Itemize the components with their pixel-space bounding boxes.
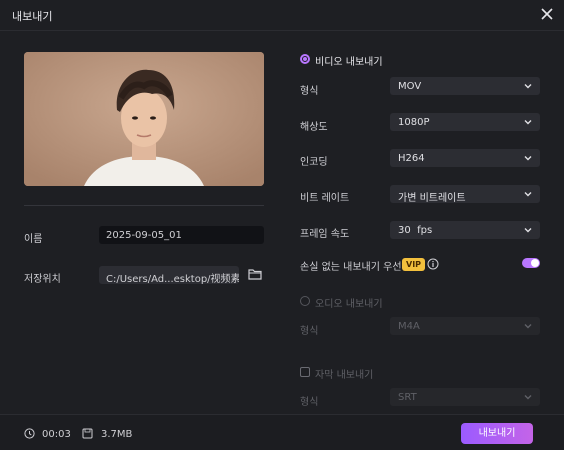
format-select[interactable]: MOV xyxy=(390,77,540,95)
audio-format-label: 형식 xyxy=(300,326,319,337)
footer-bar: 00:03 3.7MB 내보내기 xyxy=(0,414,564,450)
vip-badge: VIP xyxy=(402,258,426,271)
audio-export-label: 오디오 내보내기 xyxy=(315,299,383,310)
lossless-toggle[interactable] xyxy=(522,258,540,268)
bitrate-label: 비트 레이트 xyxy=(300,193,350,204)
name-input[interactable]: 2025-09-05_01 xyxy=(99,226,264,244)
export-button[interactable]: 내보내기 xyxy=(461,423,533,444)
close-icon[interactable] xyxy=(538,5,556,23)
subtitle-format-select[interactable]: SRT xyxy=(390,388,540,406)
video-export-label: 비디오 내보내기 xyxy=(315,57,383,68)
audio-format-select[interactable]: M4A xyxy=(390,317,540,335)
lossless-export-label: 손실 없는 내보내기 우선 xyxy=(300,262,402,273)
save-disk-icon xyxy=(82,428,93,439)
video-preview-thumbnail xyxy=(24,52,264,186)
resolution-label: 해상도 xyxy=(300,122,328,133)
audio-format-value: M4A xyxy=(398,321,420,332)
format-label: 형식 xyxy=(300,86,319,97)
chevron-down-icon xyxy=(524,395,532,400)
duration-value: 00:03 xyxy=(42,429,71,440)
chevron-down-icon xyxy=(524,84,532,89)
clock-icon xyxy=(24,428,35,439)
encoding-label: 인코딩 xyxy=(300,157,328,168)
subtitle-format-value: SRT xyxy=(398,392,417,403)
chevron-down-icon xyxy=(524,192,532,197)
audio-export-radio[interactable] xyxy=(300,296,310,306)
format-value: MOV xyxy=(398,81,422,92)
framerate-label: 프레임 속도 xyxy=(300,229,350,240)
window-title: 내보내기 xyxy=(12,10,53,23)
encoding-select[interactable]: H264 xyxy=(390,149,540,167)
bitrate-select[interactable]: 가변 비트레이트 xyxy=(390,185,540,204)
name-label: 이름 xyxy=(24,234,43,245)
resolution-select[interactable]: 1080P xyxy=(390,113,540,131)
file-size-value: 3.7MB xyxy=(101,429,133,440)
chevron-down-icon xyxy=(524,228,532,233)
chevron-down-icon xyxy=(524,120,532,125)
save-location-field[interactable]: C:/Users/Ad...esktop/视频素材 xyxy=(99,266,239,284)
title-bar: 내보내기 xyxy=(0,0,564,30)
info-icon[interactable] xyxy=(427,258,439,270)
framerate-select[interactable]: 30 fps xyxy=(390,221,540,239)
left-divider xyxy=(24,205,264,206)
video-export-radio[interactable] xyxy=(300,54,310,64)
title-divider xyxy=(0,30,564,31)
folder-icon[interactable] xyxy=(248,268,262,280)
subtitle-export-label: 자막 내보내기 xyxy=(315,370,374,381)
bitrate-value: 가변 비트레이트 xyxy=(398,193,466,204)
encoding-value: H264 xyxy=(398,153,425,164)
save-location-label: 저장위치 xyxy=(24,274,61,285)
preview-image xyxy=(24,52,264,186)
chevron-down-icon xyxy=(524,324,532,329)
framerate-value: 30 fps xyxy=(398,225,433,236)
subtitle-format-label: 형식 xyxy=(300,397,319,408)
resolution-value: 1080P xyxy=(398,117,430,128)
subtitle-export-checkbox[interactable] xyxy=(300,367,310,377)
chevron-down-icon xyxy=(524,156,532,161)
